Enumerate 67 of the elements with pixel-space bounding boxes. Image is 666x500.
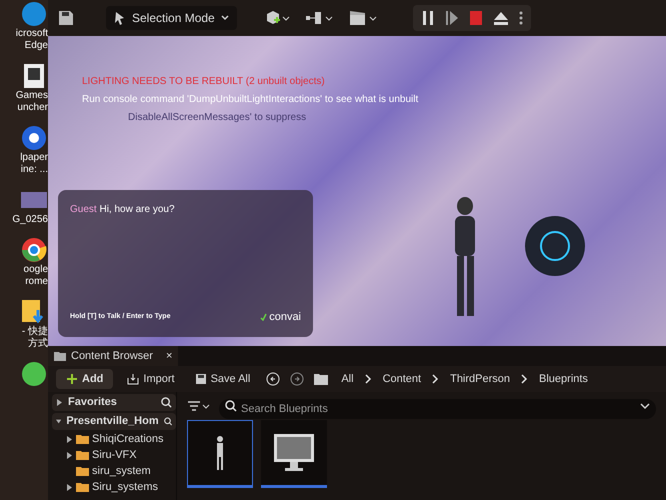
search-field[interactable]: Search Blueprints xyxy=(219,399,656,419)
warning-message: LIGHTING NEEDS TO BE REBUILT (2 unbuilt objects) xyxy=(82,75,326,89)
console-message: Run console command 'DumpUnbuiltLightInteractions' to see what is unbuilt xyxy=(82,93,418,107)
folder-item[interactable]: ShiqiCreations xyxy=(92,432,164,446)
desktop-icon-label: G_0256 xyxy=(12,214,48,226)
plus-icon xyxy=(66,373,78,385)
mannequin-icon xyxy=(214,435,226,471)
import-button[interactable]: Import xyxy=(121,369,181,389)
folder-item[interactable]: Siru-VFX xyxy=(92,448,137,462)
save-icon[interactable] xyxy=(58,10,74,26)
folder-icon xyxy=(76,466,89,476)
folder-icon xyxy=(76,450,89,460)
search-icon xyxy=(225,400,237,412)
breadcrumb-link[interactable]: Content xyxy=(380,370,424,388)
breadcrumb-link[interactable]: All xyxy=(338,370,357,388)
import-icon xyxy=(127,373,140,385)
chevron-right-icon xyxy=(432,374,440,384)
filter-icon[interactable] xyxy=(187,400,211,412)
chevron-down-icon[interactable] xyxy=(640,402,650,410)
collapsed-arrow-icon[interactable] xyxy=(66,484,73,490)
breadcrumb-link[interactable]: Blueprints xyxy=(536,370,591,388)
console-message: DisableAllScreenMessages' to suppress xyxy=(128,111,308,125)
folder-icon xyxy=(76,434,89,444)
desktop-icon-label: oogle rome xyxy=(24,264,48,288)
desktop-icon-label: Games uncher xyxy=(16,90,48,114)
pause-icon[interactable] xyxy=(420,10,435,26)
folder-item[interactable]: siru_system xyxy=(92,464,151,478)
asset-thumbnail[interactable] xyxy=(261,420,327,488)
asset-thumbnail[interactable] xyxy=(187,420,253,488)
collapsed-arrow-icon[interactable] xyxy=(66,436,73,442)
save-icon xyxy=(194,373,207,385)
desktop-icon-label: lpaper ine: ... xyxy=(20,152,48,176)
close-tab-button[interactable]: × xyxy=(166,348,172,364)
brand-logo-text: convai xyxy=(269,310,301,324)
app-icon[interactable] xyxy=(20,236,48,264)
save-button[interactable]: Save All xyxy=(188,369,256,389)
collapsed-arrow-icon[interactable] xyxy=(66,452,73,458)
folder-icon xyxy=(76,482,89,492)
tree-section-header[interactable]: Favorites xyxy=(52,394,176,411)
content-browser-tab[interactable]: Content Browser × xyxy=(48,346,178,366)
chat-message: Guest Hi, how are you? xyxy=(70,203,176,217)
tree-section-header[interactable]: Presentville_Hom xyxy=(52,413,176,430)
search-icon[interactable] xyxy=(164,416,172,427)
breadcrumb-link[interactable]: ThirdPerson xyxy=(447,370,514,388)
chevron-down-icon xyxy=(220,15,229,21)
collapsed-arrow-icon[interactable] xyxy=(56,399,63,406)
chevron-right-icon xyxy=(521,374,528,384)
folder-icon xyxy=(314,373,328,385)
chevron-right-icon xyxy=(364,374,372,384)
tab-title: Content Browser xyxy=(71,348,153,364)
desktop-icon-label: - 快捷 方式 xyxy=(22,326,48,350)
app-icon[interactable] xyxy=(20,124,48,152)
more-options-icon[interactable] xyxy=(518,10,523,26)
check-logo-icon xyxy=(260,312,268,321)
clapperboard-icon[interactable] xyxy=(348,10,379,26)
folder-item[interactable]: Siru_systems xyxy=(92,480,158,494)
expanded-arrow-icon[interactable] xyxy=(56,418,62,425)
stop-icon[interactable] xyxy=(468,10,483,26)
desktop-icon-label: icrosoft Edge xyxy=(16,28,48,52)
search-icon[interactable] xyxy=(161,397,172,408)
step-forward-icon[interactable] xyxy=(444,10,459,26)
folder-icon xyxy=(54,351,66,361)
add-button[interactable]: Add xyxy=(56,369,114,389)
selection-mode-dropdown[interactable]: Selection Mode xyxy=(106,6,237,30)
eject-icon[interactable] xyxy=(492,10,509,26)
add-cube-icon[interactable] xyxy=(264,10,291,26)
app-icon[interactable] xyxy=(20,360,48,388)
